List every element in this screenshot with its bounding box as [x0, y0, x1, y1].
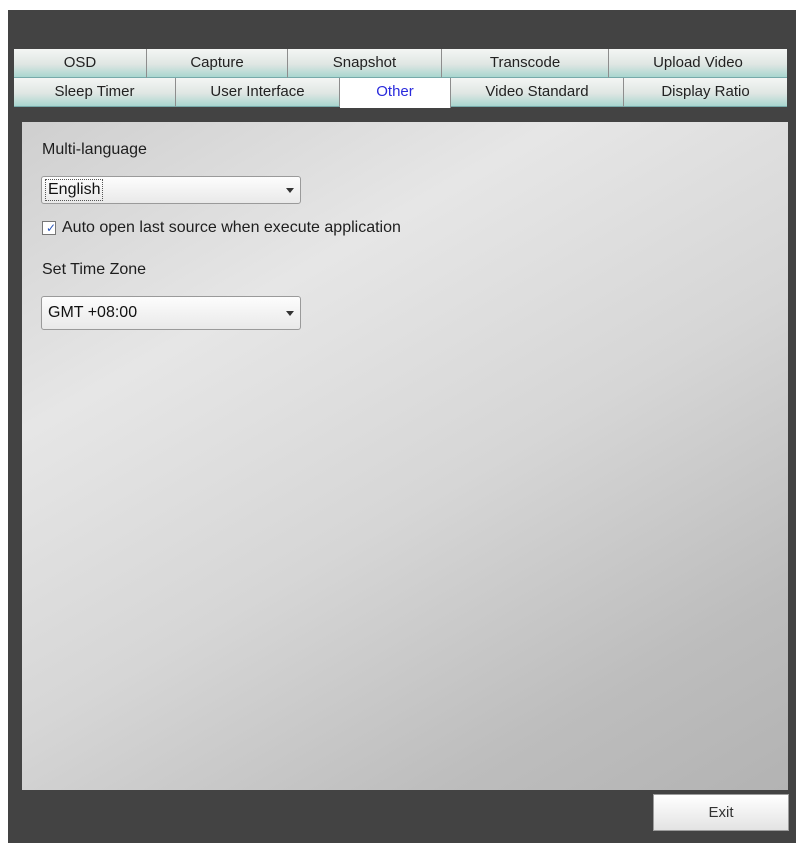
checkmark-icon: ✓: [46, 221, 57, 235]
tab-transcode[interactable]: Transcode: [442, 49, 609, 78]
tab-sleep-timer[interactable]: Sleep Timer: [14, 78, 176, 107]
chevron-down-icon: [286, 311, 294, 316]
auto-open-label: Auto open last source when execute appli…: [62, 219, 401, 236]
tab-other[interactable]: Other: [340, 78, 451, 108]
auto-open-checkbox[interactable]: ✓: [42, 221, 56, 235]
tab-row-top: OSD Capture Snapshot Transcode Upload Vi…: [14, 49, 787, 78]
tab-video-standard[interactable]: Video Standard: [451, 78, 624, 107]
language-select[interactable]: English: [41, 176, 301, 204]
tab-osd[interactable]: OSD: [14, 49, 147, 78]
exit-button[interactable]: Exit: [653, 794, 789, 831]
language-select-value: English: [44, 179, 104, 201]
tab-upload-video[interactable]: Upload Video: [609, 49, 787, 78]
tab-user-interface[interactable]: User Interface: [176, 78, 340, 107]
multi-language-label: Multi-language: [42, 141, 147, 158]
tab-snapshot[interactable]: Snapshot: [288, 49, 442, 78]
time-zone-select[interactable]: GMT +08:00: [41, 296, 301, 330]
tab-capture[interactable]: Capture: [147, 49, 288, 78]
tab-display-ratio[interactable]: Display Ratio: [624, 78, 787, 107]
auto-open-option[interactable]: ✓ Auto open last source when execute app…: [42, 217, 401, 239]
time-zone-label: Set Time Zone: [42, 261, 147, 278]
time-zone-select-value: GMT +08:00: [48, 304, 138, 321]
chevron-down-icon: [286, 188, 294, 193]
tab-row-bottom: Sleep Timer User Interface Other Video S…: [14, 78, 787, 108]
